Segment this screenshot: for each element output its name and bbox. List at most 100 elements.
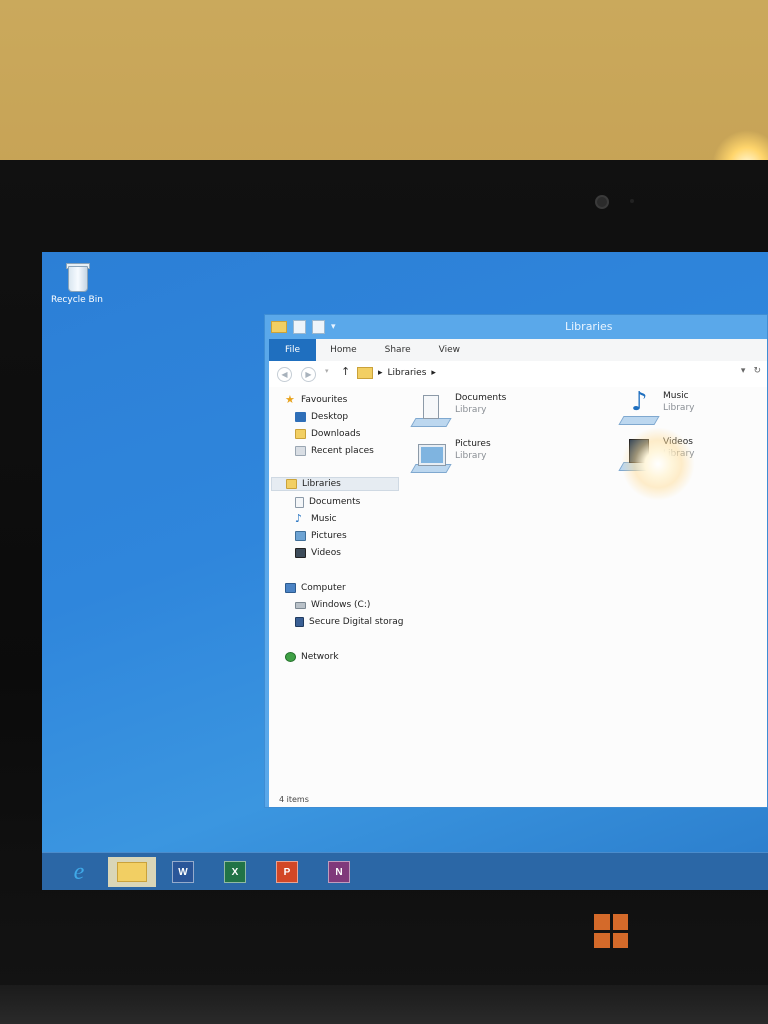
windows-logo-button[interactable] xyxy=(594,914,628,948)
documents-icon xyxy=(295,496,304,508)
library-item-documents[interactable]: Documents Library xyxy=(410,393,507,429)
desktop: Recycle Bin ▾ Libraries File Home Share … xyxy=(42,252,768,890)
music-note-icon: ♪ xyxy=(295,512,303,525)
nav-item-windows-c[interactable]: Windows (C:) xyxy=(295,598,370,612)
address-bar[interactable]: ▸ Libraries ▸ xyxy=(357,364,757,382)
address-controls: ▾ ↻ xyxy=(741,366,761,376)
folder-icon xyxy=(271,321,287,333)
table-edge xyxy=(0,985,768,1024)
library-item-pictures[interactable]: Pictures Library xyxy=(410,439,491,475)
nav-label: Windows (C:) xyxy=(311,600,371,610)
item-type: Library xyxy=(663,403,695,413)
nav-label: Libraries xyxy=(302,479,341,489)
taskbar-internet-explorer[interactable]: e xyxy=(64,857,94,887)
tab-share[interactable]: Share xyxy=(371,339,425,361)
item-name: Documents xyxy=(455,393,507,403)
pictures-library-icon xyxy=(410,439,452,475)
nav-item-downloads[interactable]: Downloads xyxy=(295,427,360,441)
customize-dropdown-icon[interactable]: ▾ xyxy=(331,322,336,332)
taskbar-powerpoint[interactable]: P xyxy=(272,857,302,887)
item-name: Music xyxy=(663,391,689,401)
nav-label: Favourites xyxy=(301,395,348,405)
file-explorer-icon xyxy=(117,862,147,882)
nav-label: Music xyxy=(311,514,337,524)
item-type: Library xyxy=(455,405,487,415)
taskbar-file-explorer[interactable] xyxy=(108,857,156,887)
nav-item-documents[interactable]: Documents xyxy=(295,495,360,509)
new-folder-icon[interactable] xyxy=(312,320,325,334)
status-bar-item-count: 4 items xyxy=(269,795,767,807)
library-items: Documents Library Pictures Library ♪ Mus… xyxy=(401,387,767,795)
address-bar-row: ◀ ▶ ▾ ↑ ▸ Libraries ▸ ▾ ↻ xyxy=(269,361,767,388)
hard-drive-icon xyxy=(295,601,306,609)
downloads-icon xyxy=(295,429,306,439)
onenote-icon: N xyxy=(328,861,350,883)
up-arrow-icon[interactable]: ↑ xyxy=(341,365,350,378)
videos-icon xyxy=(295,548,306,558)
taskbar-word[interactable]: W xyxy=(168,857,198,887)
front-camera xyxy=(595,195,609,209)
window-body: ★ Favourites Desktop Downloads Recent pl… xyxy=(269,387,767,795)
recycle-bin-shortcut[interactable]: Recycle Bin xyxy=(46,260,108,305)
recent-places-icon xyxy=(295,446,306,456)
nav-label: Computer xyxy=(301,583,346,593)
nav-item-music[interactable]: ♪ Music xyxy=(295,512,337,526)
tab-file[interactable]: File xyxy=(269,339,317,361)
recycle-bin-label: Recycle Bin xyxy=(51,295,103,305)
powerpoint-icon: P xyxy=(276,861,298,883)
back-arrow-icon[interactable]: ◀ xyxy=(277,367,292,382)
desktop-icon xyxy=(295,412,306,422)
properties-icon[interactable] xyxy=(293,320,306,334)
recent-locations-chevron-icon[interactable]: ▾ xyxy=(325,367,329,375)
navigation-pane: ★ Favourites Desktop Downloads Recent pl… xyxy=(269,387,404,795)
nav-item-computer[interactable]: Computer xyxy=(285,581,346,595)
nav-label: Downloads xyxy=(311,429,361,439)
libraries-folder-icon xyxy=(357,367,373,379)
window-title: Libraries xyxy=(565,320,613,333)
nav-item-pictures[interactable]: Pictures xyxy=(295,529,347,543)
pictures-icon xyxy=(295,531,306,541)
nav-item-libraries[interactable]: Libraries xyxy=(271,477,399,491)
taskbar: e W X P N xyxy=(42,852,768,890)
item-name: Pictures xyxy=(455,439,491,449)
nav-label: Videos xyxy=(311,548,341,558)
excel-icon: X xyxy=(224,861,246,883)
computer-icon xyxy=(285,583,296,593)
tab-home[interactable]: Home xyxy=(316,339,371,361)
nav-item-desktop[interactable]: Desktop xyxy=(295,410,348,424)
nav-label: Network xyxy=(301,652,339,662)
camera-flash-glare xyxy=(621,427,695,501)
nav-item-sd-card[interactable]: Secure Digital storag xyxy=(295,615,404,629)
nav-label: Secure Digital storag xyxy=(309,617,404,627)
nav-item-network[interactable]: Network xyxy=(285,650,339,664)
title-bar[interactable]: ▾ Libraries xyxy=(265,315,767,339)
documents-library-icon xyxy=(410,393,452,429)
forward-arrow-icon[interactable]: ▶ xyxy=(301,367,316,382)
library-item-music[interactable]: ♪ Music Library xyxy=(618,387,695,427)
address-dropdown-icon[interactable]: ▾ xyxy=(741,366,746,376)
nav-label: Desktop xyxy=(311,412,349,422)
taskbar-excel[interactable]: X xyxy=(220,857,250,887)
network-icon xyxy=(285,652,296,662)
sd-card-icon xyxy=(295,617,304,627)
recycle-bin-icon xyxy=(64,260,90,292)
ribbon-tabs: File Home Share View xyxy=(269,339,767,361)
taskbar-onenote[interactable]: N xyxy=(324,857,354,887)
nav-item-recent-places[interactable]: Recent places xyxy=(295,444,374,458)
nav-item-favourites[interactable]: ★ Favourites xyxy=(285,393,347,407)
nav-label: Recent places xyxy=(311,446,374,456)
item-type: Library xyxy=(455,451,487,461)
quick-access-toolbar: ▾ xyxy=(271,320,336,334)
room-wall xyxy=(0,0,768,170)
address-crumb[interactable]: Libraries xyxy=(388,368,427,378)
nav-item-videos[interactable]: Videos xyxy=(295,546,341,560)
nav-label: Documents xyxy=(309,497,361,507)
refresh-icon[interactable]: ↻ xyxy=(753,366,761,376)
tab-view[interactable]: View xyxy=(425,339,474,361)
address-separator: ▸ xyxy=(378,368,383,378)
music-library-icon: ♪ xyxy=(618,387,660,427)
explorer-window: ▾ Libraries File Home Share View ◀ ▶ ▾ ↑… xyxy=(264,314,768,808)
light-sensor xyxy=(630,199,634,203)
word-icon: W xyxy=(172,861,194,883)
internet-explorer-icon: e xyxy=(73,858,85,885)
